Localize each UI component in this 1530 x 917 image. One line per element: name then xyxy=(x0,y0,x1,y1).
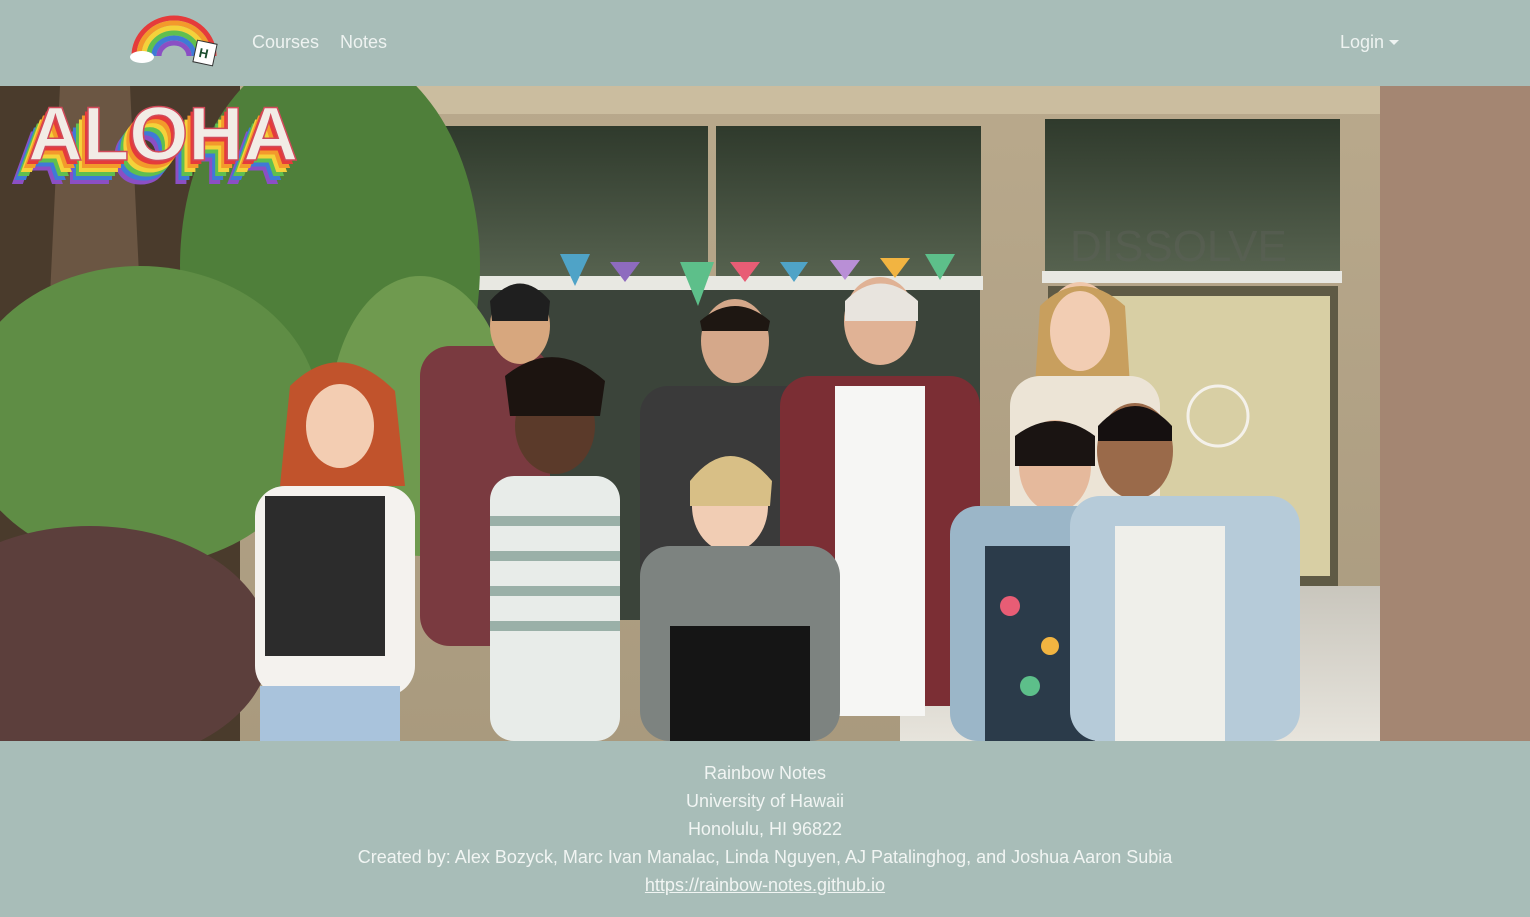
navbar: H Courses Notes Login xyxy=(0,0,1530,86)
footer: Rainbow Notes University of Hawaii Honol… xyxy=(0,741,1530,917)
nav-courses-link[interactable]: Courses xyxy=(252,31,319,53)
nav-notes-link[interactable]: Notes xyxy=(340,31,387,53)
login-label: Login xyxy=(1340,32,1385,52)
footer-site-name: Rainbow Notes xyxy=(703,763,827,783)
hero-image: DISSOLVE ALOHA ALOHA ALOHA ALOHA ALOHA A… xyxy=(0,86,1530,741)
caret-down-icon xyxy=(1389,40,1400,45)
aloha-rainbow-text: ALOHA ALOHA ALOHA ALOHA ALOHA ALOHA ALOH… xyxy=(10,91,299,190)
footer-credits: Created by: Alex Bozyck, Marc Ivan Manal… xyxy=(357,847,1173,867)
footer-link-line: https://rainbow-notes.github.io xyxy=(0,871,1530,899)
svg-text:DISSOLVE: DISSOLVE xyxy=(1070,222,1287,271)
footer-university: University of Hawaii xyxy=(685,791,845,811)
svg-text:ALOHA: ALOHA xyxy=(28,92,298,177)
rainbow-logo-icon[interactable]: H xyxy=(128,10,220,68)
login-dropdown[interactable]: Login xyxy=(1340,31,1400,53)
footer-address: Honolulu, HI 96822 xyxy=(687,819,843,839)
footer-website-link[interactable]: https://rainbow-notes.github.io xyxy=(645,875,885,895)
